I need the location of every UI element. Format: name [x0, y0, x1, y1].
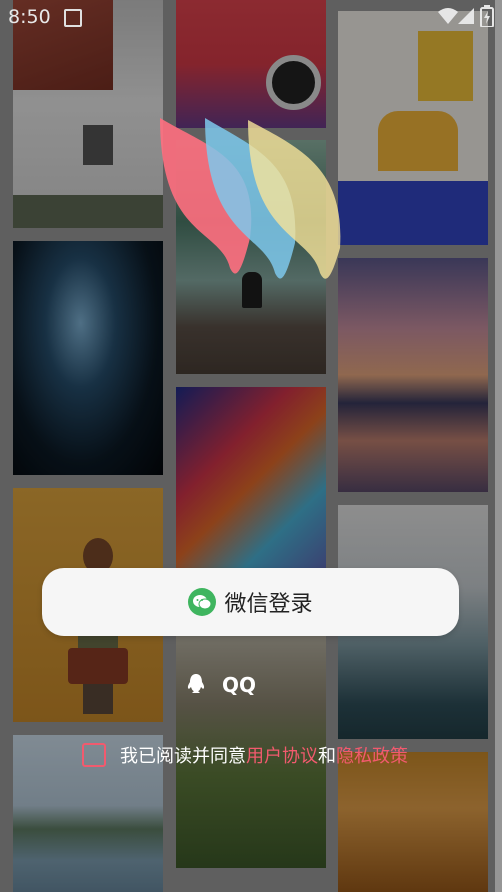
photo-house: [13, 0, 163, 228]
app-logo-icon: [160, 118, 341, 279]
qq-login-label: QQ: [222, 673, 257, 697]
status-time: 8:50: [8, 6, 51, 28]
photo-sunset-clouds: [338, 258, 488, 492]
status-bar: 8:50: [0, 0, 502, 34]
qq-login-button[interactable]: QQ: [184, 668, 256, 702]
wifi-icon: [438, 8, 458, 24]
photo-underwater-cave: [13, 241, 163, 475]
wechat-login-button[interactable]: 微信登录: [42, 568, 459, 636]
battery-icon: [480, 5, 494, 27]
photo-autumn-forest: [338, 752, 488, 892]
qq-icon: [187, 674, 205, 693]
agreement-checkbox[interactable]: [82, 743, 106, 767]
agreement-row: 我已阅读并同意 用户协议 和 隐私政策: [82, 742, 408, 768]
signal-icon: [458, 8, 474, 24]
user-agreement-link[interactable]: 用户协议: [246, 742, 318, 768]
privacy-policy-link[interactable]: 隐私政策: [336, 742, 408, 768]
wechat-login-label: 微信登录: [224, 592, 313, 617]
photo-illustration-student: [338, 11, 488, 245]
agreement-prefix: 我已阅读并同意: [120, 746, 246, 767]
agreement-and: 和: [318, 746, 336, 767]
notification-icon: [64, 9, 82, 27]
wechat-icon: [188, 588, 217, 616]
